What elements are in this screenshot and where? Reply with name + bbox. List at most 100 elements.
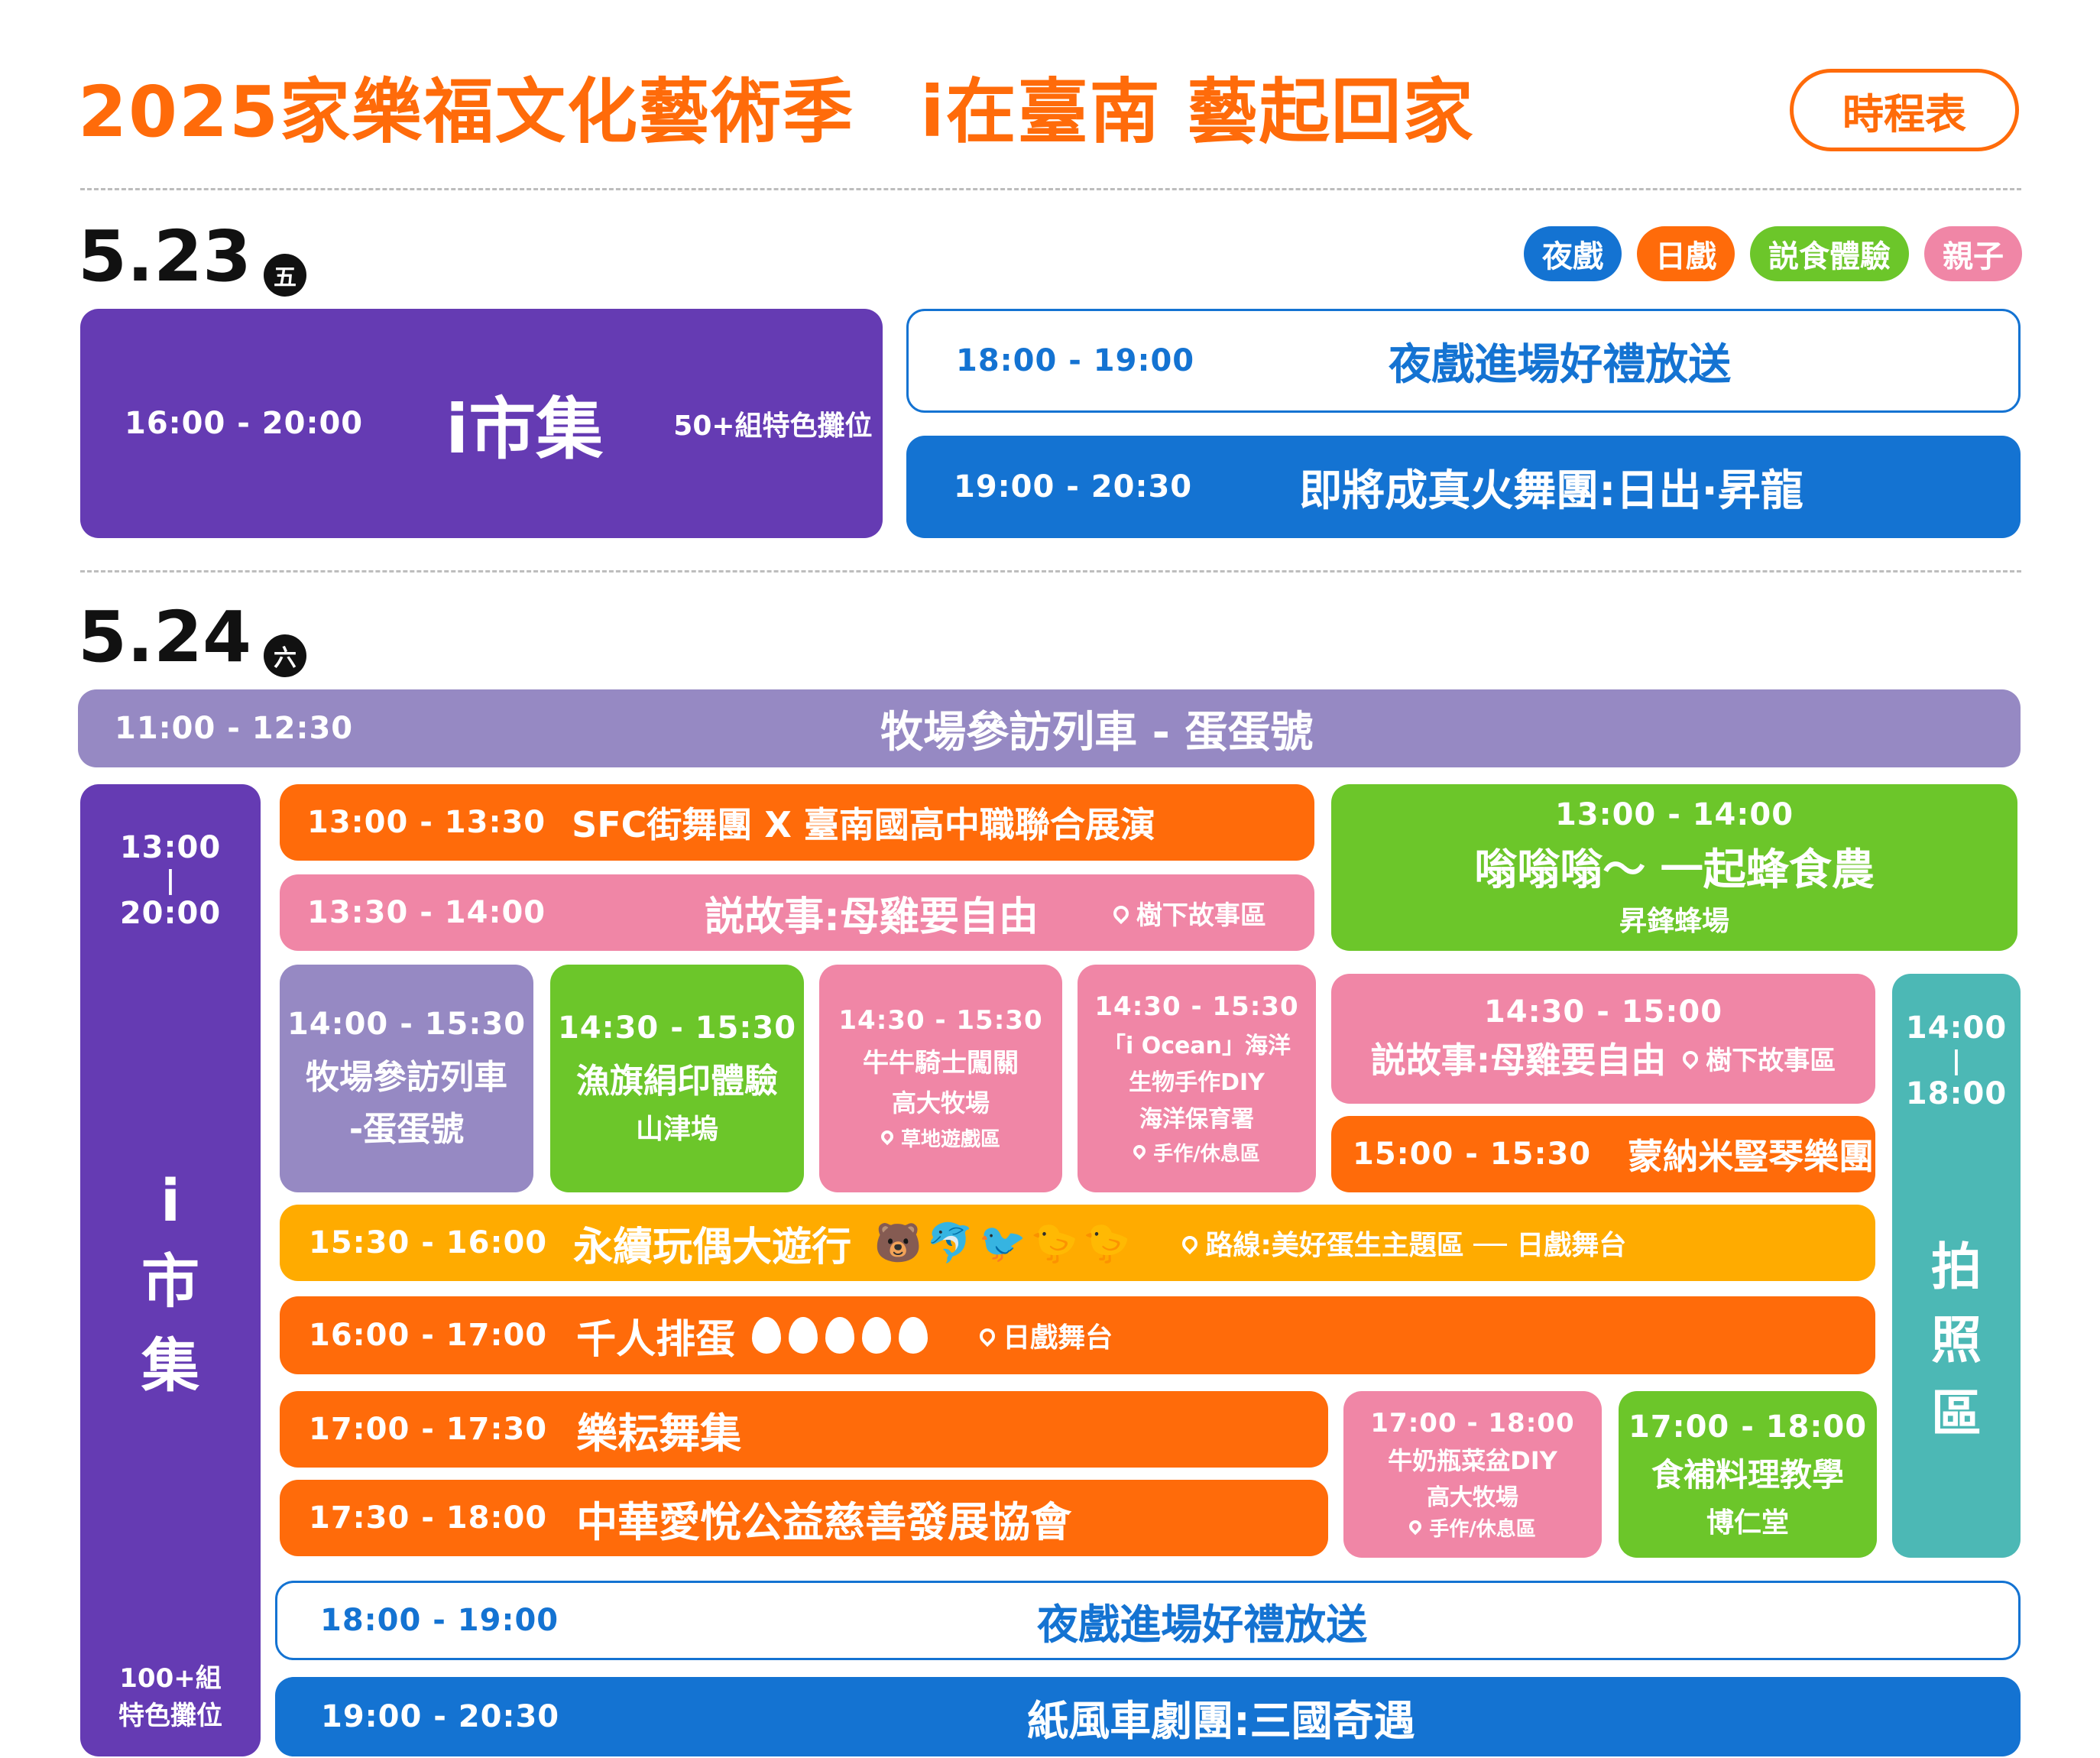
event-time: 14:30 - 15:30	[838, 1005, 1043, 1036]
day1-gift-block: 18:00 - 19:00 夜戲進場好禮放送	[906, 309, 2021, 413]
event-host: 高大牧場	[1427, 1484, 1518, 1511]
photo-title-char: 區	[1931, 1384, 1982, 1443]
event-time: 18:00 - 19:00	[956, 343, 1195, 378]
bee-farming-block: 13:00 - 14:00 嗡嗡嗡～ 一起蜂食農 昇鋒蜂場	[1331, 784, 2017, 951]
market-note: 100+組	[119, 1663, 222, 1694]
event-title: 「i Ocean」海洋	[1103, 1032, 1291, 1059]
legend: 夜戲 日戲 説食體驗 親子	[1509, 226, 2022, 281]
event-time: 16:00 - 20:00	[125, 406, 364, 441]
event-host: 海洋保育署	[1139, 1105, 1254, 1133]
event-host: 博仁堂	[1706, 1507, 1789, 1539]
event-location: 日戲舞台	[976, 1315, 1113, 1355]
day2-date-heading: 5.24 六	[78, 596, 306, 678]
event-time: 17:00 - 18:00	[1628, 1409, 1868, 1445]
charity-block: 17:30 - 18:00 中華愛悅公益慈善發展協會	[280, 1480, 1328, 1556]
event-title: 食補料理教學	[1651, 1455, 1844, 1494]
event-time: 11:00 - 12:30	[115, 711, 354, 746]
eggs-icon	[752, 1317, 935, 1354]
farm-train-block: 11:00 - 12:30 牧場參訪列車 - 蛋蛋號	[78, 689, 2021, 767]
parade-animals-icon: 🐻🐬🐦🐤🐤	[874, 1220, 1136, 1265]
market-title-char: 市	[141, 1247, 199, 1315]
event-time: 14:30 - 15:30	[1094, 991, 1299, 1022]
schedule-badge: 時程表	[1790, 69, 2019, 151]
location-pin-icon	[1110, 902, 1133, 924]
day2-market-column: 13:00 | 20:00 i 市 集 100+組 特色攤位	[80, 784, 261, 1756]
event-title: 牛牛騎士闖關	[863, 1048, 1019, 1078]
event-location: 手作/休息區	[1406, 1513, 1536, 1542]
event-location: 草地遊戲區	[878, 1124, 1000, 1152]
event-title: 紙風車劇團:三國奇遇	[1027, 1696, 1415, 1745]
fish-flag-printing-block: 14:30 - 15:30 漁旗絹印體驗 山津塢	[550, 965, 804, 1192]
event-location: 路線:美好蛋生主題區 ── 日戲舞台	[1179, 1223, 1626, 1263]
event-title: 説故事:母雞要自由	[705, 894, 1039, 940]
day1-date-heading: 5.23 五	[78, 216, 306, 297]
market-note: 特色攤位	[118, 1701, 222, 1731]
event-time: 19:00 - 20:30	[954, 469, 1193, 504]
event-title: 夜戲進場好禮放送	[1037, 1600, 1368, 1649]
event-location: 樹下故事區	[1680, 1040, 1836, 1077]
photo-time-separator: |	[1951, 1046, 1962, 1076]
photo-zone-column: 14:00 | 18:00 拍 照 區	[1892, 974, 2021, 1558]
dance-block: 17:00 - 17:30 樂耘舞集	[280, 1391, 1328, 1468]
page-title: 2025家樂福文化藝術季 i在臺南 藝起回家	[78, 55, 1475, 157]
day1-market-block: 16:00 - 20:00 i市集 50+組特色攤位	[80, 309, 883, 538]
event-host: 高大牧場	[891, 1088, 990, 1117]
legend-night-show: 夜戲	[1524, 226, 1622, 281]
event-title: 牧場參訪列車	[306, 1058, 507, 1097]
tonic-cooking-block: 17:00 - 18:00 食補料理教學 博仁堂	[1619, 1391, 1877, 1558]
event-title: 千人排蛋	[576, 1316, 736, 1363]
day2-night-show-block: 19:00 - 20:30 紙風車劇團:三國奇遇	[275, 1677, 2021, 1756]
event-host: 山津塢	[635, 1114, 718, 1145]
cow-knight-challenge-block: 14:30 - 15:30 牛牛騎士闖關 高大牧場 草地遊戲區	[819, 965, 1062, 1192]
event-title: SFC街舞團 X 臺南國高中職聯合展演	[572, 804, 1155, 845]
event-note: 50+組特色攤位	[673, 410, 873, 442]
storytelling-block-1: 13:30 - 14:00 説故事:母雞要自由 樹下故事區	[280, 874, 1314, 951]
event-title: 生物手作DIY	[1129, 1069, 1265, 1096]
ocean-diy-block: 14:30 - 15:30 「i Ocean」海洋 生物手作DIY 海洋保育署 …	[1078, 965, 1316, 1192]
event-title: 牧場參訪列車 - 蛋蛋號	[880, 707, 1314, 757]
day2-gift-block: 18:00 - 19:00 夜戲進場好禮放送	[275, 1581, 2021, 1660]
day1-night-show-block: 19:00 - 20:30 即將成真火舞團:日出·昇龍	[906, 436, 2021, 538]
event-time: 14:30 - 15:00	[1483, 994, 1723, 1030]
market-title-char: i	[160, 1166, 181, 1234]
event-title: 樂耘舞集	[576, 1409, 742, 1458]
event-location: 樹下故事區	[1110, 894, 1266, 932]
event-location: 手作/休息區	[1130, 1138, 1260, 1166]
event-time: 14:00 - 15:30	[287, 1007, 527, 1042]
event-time: 15:30 - 16:00	[309, 1225, 548, 1260]
festival-slogan: i在臺南 藝起回家	[920, 71, 1475, 153]
farm-train-block-2: 14:00 - 15:30 牧場參訪列車 -蛋蛋號	[280, 965, 533, 1192]
event-time: 13:00 - 14:00	[1554, 796, 1794, 832]
location-pin-icon	[976, 1325, 999, 1348]
day1-weekday-badge: 五	[264, 254, 306, 297]
event-time: 17:30 - 18:00	[309, 1500, 548, 1536]
event-title: 説故事:母雞要自由	[1370, 1040, 1667, 1081]
location-pin-icon	[878, 1127, 896, 1146]
legend-day-show: 日戲	[1637, 226, 1735, 281]
harp-band-block: 15:00 - 15:30 蒙納米豎琴樂團	[1331, 1116, 1875, 1192]
event-time: 18:00 - 19:00	[320, 1603, 559, 1638]
day2-date: 5.24	[78, 596, 251, 678]
event-time: 13:30 - 14:00	[307, 895, 546, 930]
storytelling-block-2: 14:30 - 15:00 説故事:母雞要自由 樹下故事區	[1331, 974, 1875, 1104]
event-title: 漁旗絹印體驗	[576, 1062, 778, 1101]
event-title: 即將成真火舞團:日出·昇龍	[1299, 465, 1803, 516]
event-title: 蒙納米豎琴樂團	[1628, 1136, 1875, 1177]
egg-lineup-block: 16:00 - 17:00 千人排蛋 日戲舞台	[280, 1296, 1875, 1374]
event-time: 17:00 - 18:00	[1370, 1407, 1575, 1439]
event-title: 嗡嗡嗡～ 一起蜂食農	[1474, 845, 1875, 895]
location-pin-icon	[1130, 1142, 1149, 1160]
photo-time-start: 14:00	[1905, 1010, 2008, 1046]
market-time-end: 20:00	[119, 896, 222, 931]
market-time-separator: |	[165, 865, 176, 896]
market-time-start: 13:00	[119, 830, 222, 865]
event-time: 17:00 - 17:30	[309, 1412, 548, 1447]
event-title: 牛奶瓶菜盆DIY	[1388, 1445, 1557, 1475]
photo-title-char: 拍	[1931, 1237, 1982, 1296]
event-title: 永續玩偶大遊行	[573, 1224, 852, 1270]
market-title-char: 集	[141, 1331, 199, 1400]
milk-bottle-diy-block: 17:00 - 18:00 牛奶瓶菜盆DIY 高大牧場 手作/休息區	[1343, 1391, 1602, 1558]
divider	[80, 188, 2021, 190]
event-title: 夜戲進場好禮放送	[1389, 339, 1732, 390]
legend-family: 親子	[1924, 226, 2022, 281]
